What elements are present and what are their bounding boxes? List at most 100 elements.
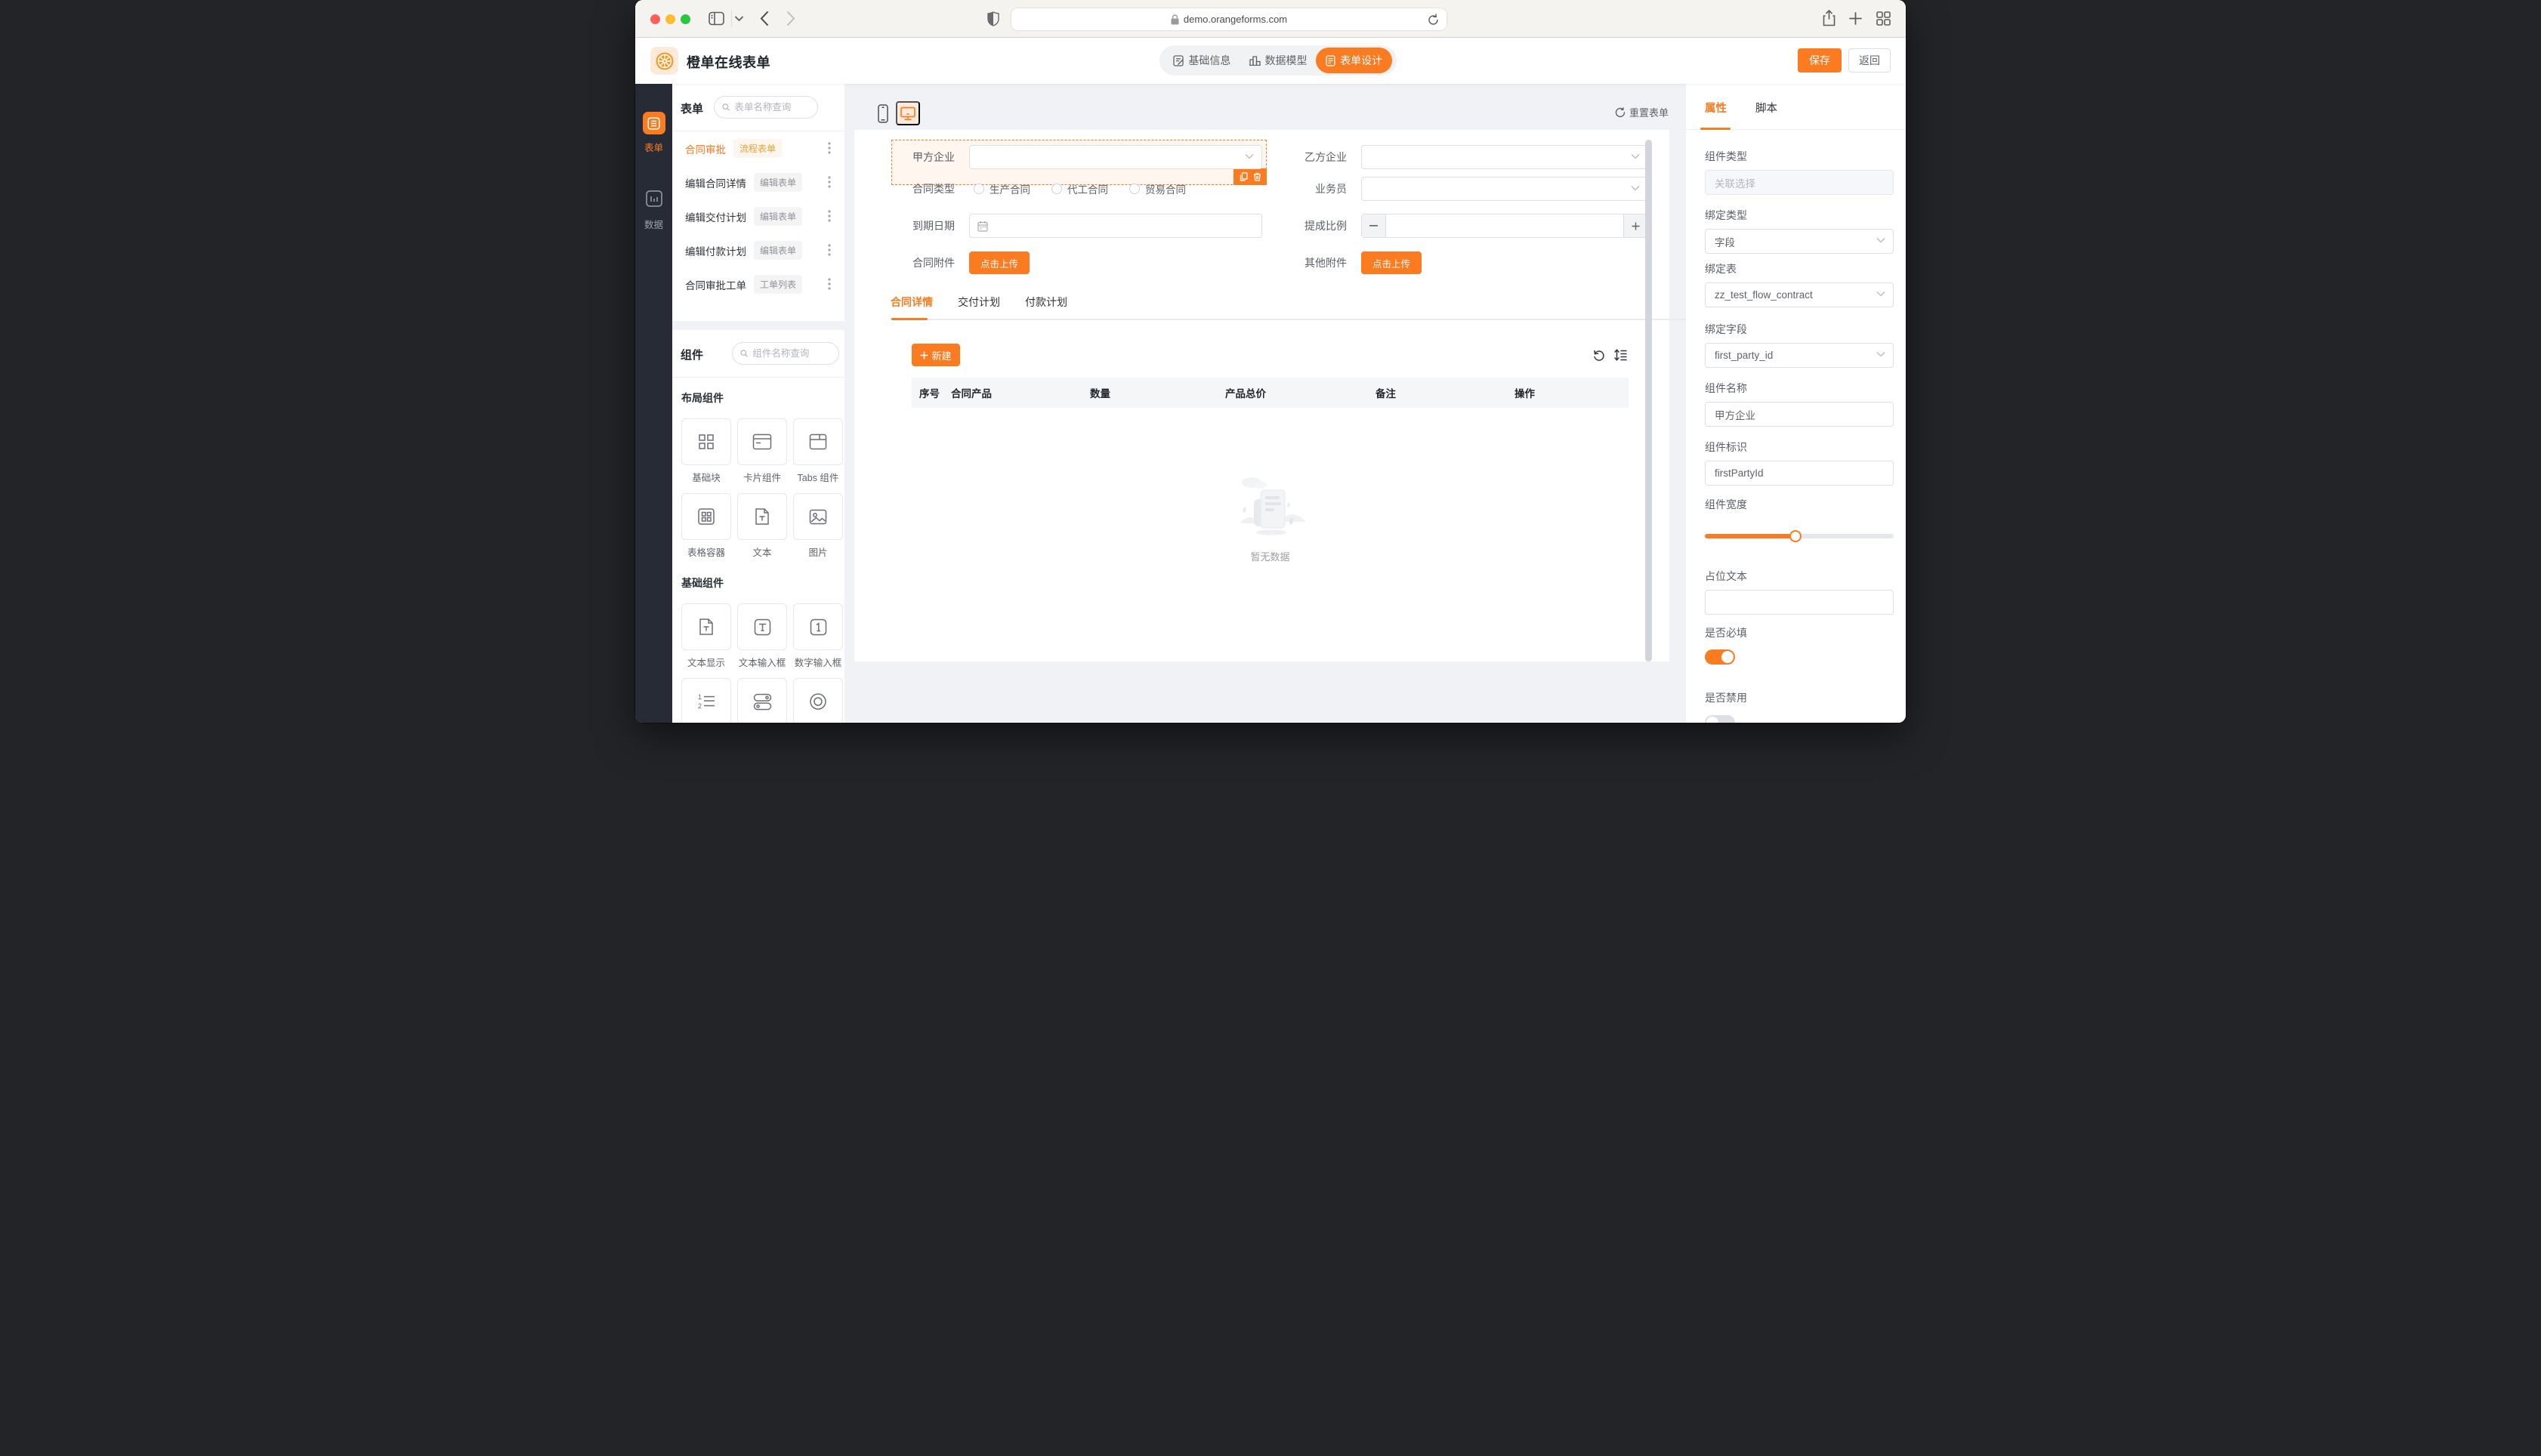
component-item-tabs[interactable]: Tabs 组件 — [793, 418, 843, 484]
contract-upload-button[interactable]: 点击上传 — [969, 251, 1030, 274]
back-button[interactable] — [760, 11, 769, 26]
sidebar-chevron-down-icon[interactable] — [735, 16, 743, 22]
component-item-table-container[interactable]: 表格容器 — [681, 493, 731, 559]
placeholder-text-input[interactable] — [1715, 597, 1884, 608]
form-list-item[interactable]: 编辑付款计划 编辑表单 — [672, 233, 844, 267]
form-search-input[interactable] — [734, 102, 811, 113]
slider-thumb[interactable] — [1789, 530, 1802, 542]
new-row-button[interactable]: 新建 — [912, 344, 960, 366]
first-party-select[interactable] — [969, 145, 1262, 169]
radio-circle-icon — [1051, 184, 1062, 194]
form-list-item[interactable]: 编辑合同详情 编辑表单 — [672, 165, 844, 199]
component-item-number-range[interactable]: 12 数字范围... — [681, 678, 731, 723]
canvas-scrollbar[interactable] — [1645, 140, 1652, 662]
due-date-input[interactable] — [969, 214, 1262, 238]
tab-properties[interactable]: 属性 — [1705, 100, 1727, 116]
tab-form-design[interactable]: 表单设计 — [1316, 48, 1393, 73]
rail-item-data[interactable]: 数据 — [635, 190, 672, 231]
second-party-select[interactable] — [1361, 145, 1648, 169]
component-item-image[interactable]: 图片 — [793, 493, 843, 559]
component-type-input — [1705, 170, 1894, 195]
form-item-menu-button[interactable] — [822, 174, 837, 190]
form-icon — [1326, 54, 1335, 66]
component-id-input[interactable] — [1715, 467, 1884, 479]
save-button[interactable]: 保存 — [1798, 48, 1842, 72]
component-item-text-display[interactable]: 文本显示 — [681, 603, 731, 669]
component-width-slider[interactable] — [1705, 530, 1894, 542]
binding-field-select[interactable]: first_party_id — [1705, 343, 1894, 368]
text-doc-icon — [755, 508, 769, 525]
field-label-second-party: 乙方企业 — [1304, 151, 1347, 163]
mobile-preview-button[interactable] — [878, 104, 888, 123]
address-bar[interactable]: demo.orangeforms.com — [1011, 8, 1447, 31]
required-toggle[interactable] — [1705, 649, 1735, 665]
form-type-badge: 编辑表单 — [754, 241, 803, 260]
radio-production[interactable]: 生产合同 — [974, 181, 1030, 196]
desktop-preview-button[interactable] — [896, 101, 920, 125]
privacy-shield-icon[interactable] — [987, 11, 999, 26]
number-input-value[interactable] — [1386, 214, 1623, 237]
decrease-button[interactable] — [1362, 214, 1386, 237]
form-list-item[interactable]: 合同审批 流程表单 — [672, 131, 844, 165]
form-item-menu-button[interactable] — [822, 242, 837, 258]
form-canvas[interactable]: 甲方企业 乙方企业 合同类型 生产合同 代工合同 贸易合同 业务员 到期日期 提… — [854, 130, 1690, 662]
minimize-window-button[interactable] — [665, 14, 675, 24]
component-search-input[interactable] — [752, 348, 832, 359]
form-item-menu-button[interactable] — [822, 276, 837, 292]
browser-toolbar: demo.orangeforms.com — [635, 0, 1906, 38]
new-tab-button[interactable] — [1849, 12, 1862, 25]
sidebar-toggle-icon[interactable] — [709, 11, 724, 26]
table-sort-button[interactable] — [1614, 349, 1627, 361]
prop-label-required: 是否必填 — [1705, 627, 1747, 639]
tab-payment-plan[interactable]: 付款计划 — [1025, 295, 1067, 310]
component-item-basic-block[interactable]: 基础块 — [681, 418, 731, 484]
component-item-card[interactable]: 卡片组件 — [737, 418, 787, 484]
component-item-text[interactable]: 文本 — [737, 493, 787, 559]
binding-table-select[interactable]: zz_test_flow_contract — [1705, 282, 1894, 307]
contract-products-table: 新建 序号 合同产品 数量 产品总价 备注 操作 暂无数据 — [912, 344, 1629, 638]
chevron-down-icon — [1876, 291, 1885, 297]
component-name-input[interactable] — [1715, 409, 1884, 420]
table-refresh-button[interactable] — [1593, 349, 1605, 361]
kebab-icon — [828, 142, 831, 154]
component-item-number-input[interactable]: 数字输入框 — [793, 603, 843, 669]
chevron-down-icon — [1631, 153, 1640, 159]
component-item-switch[interactable]: 开关组件 — [737, 678, 787, 723]
prop-label-binding-table: 绑定表 — [1705, 263, 1737, 275]
disabled-toggle[interactable] — [1705, 715, 1735, 723]
rail-item-forms[interactable]: 表单 — [635, 112, 672, 154]
form-list-item[interactable]: 编辑交付计划 编辑表单 — [672, 199, 844, 233]
form-item-menu-button[interactable] — [822, 140, 837, 156]
reset-form-button[interactable]: 重置表单 — [1615, 105, 1669, 119]
tab-script[interactable]: 脚本 — [1755, 100, 1777, 116]
radio-trade[interactable]: 贸易合同 — [1129, 181, 1186, 196]
components-panel: 组件 布局组件 基础块 — [672, 330, 844, 723]
binding-type-select[interactable]: 字段 — [1705, 229, 1894, 254]
form-list-item[interactable]: 合同审批工单 工单列表 — [672, 267, 844, 301]
salesman-select[interactable] — [1361, 177, 1648, 201]
component-item-text-input[interactable]: 文本输入框 — [737, 603, 787, 669]
commission-number-input[interactable] — [1361, 214, 1648, 238]
image-icon — [809, 509, 827, 524]
placeholder-text-input-wrap — [1705, 590, 1894, 615]
tab-contract-detail[interactable]: 合同详情 — [891, 295, 933, 310]
forward-button[interactable] — [786, 11, 795, 26]
tab-basic-info[interactable]: 基础信息 — [1164, 48, 1240, 73]
component-item-radio[interactable]: 单选组件 — [793, 678, 843, 723]
other-upload-button[interactable]: 点击上传 — [1361, 251, 1422, 274]
back-button-app[interactable]: 返回 — [1848, 48, 1891, 72]
tab-overview-button[interactable] — [1876, 11, 1891, 26]
close-window-button[interactable] — [650, 14, 660, 24]
refresh-icon — [1615, 106, 1626, 117]
component-search-box — [732, 342, 839, 365]
zoom-window-button[interactable] — [681, 14, 690, 24]
kebab-icon — [828, 244, 831, 256]
tab-data-model[interactable]: 数据模型 — [1240, 48, 1317, 73]
increase-button[interactable] — [1623, 214, 1647, 237]
tab-delivery-plan[interactable]: 交付计划 — [958, 295, 1000, 310]
prop-label-component-type: 组件类型 — [1705, 150, 1747, 162]
share-button[interactable] — [1823, 10, 1836, 26]
reload-button[interactable] — [1428, 14, 1439, 26]
radio-oem[interactable]: 代工合同 — [1051, 181, 1108, 196]
form-item-menu-button[interactable] — [822, 208, 837, 224]
